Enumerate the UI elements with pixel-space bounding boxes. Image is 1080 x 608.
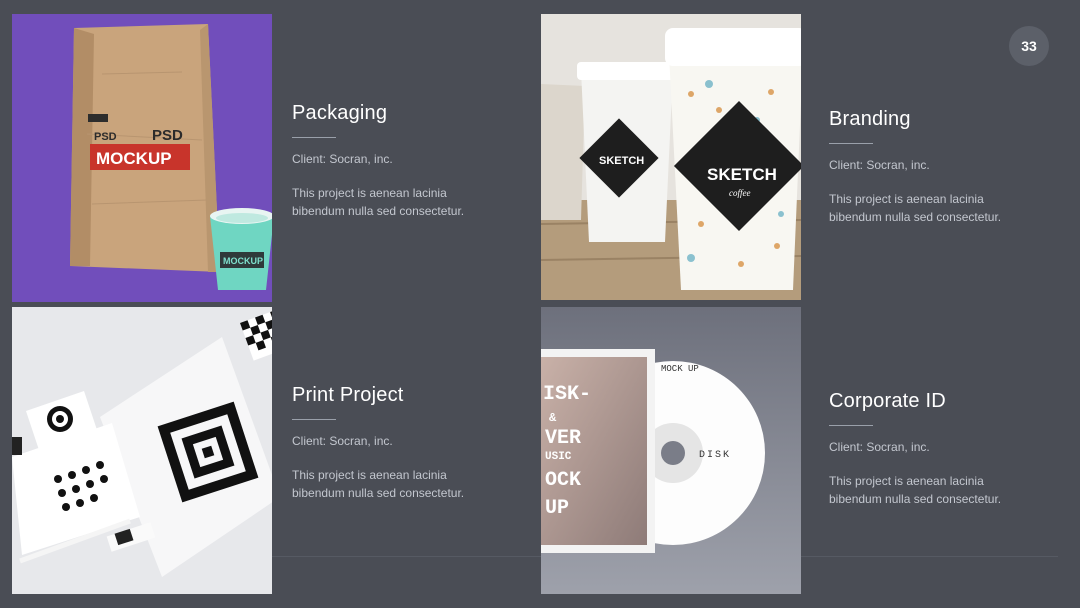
packaging-info: Packaging Client: Socran, inc. This proj…: [292, 102, 492, 220]
cover-line-5: OCK: [545, 469, 581, 492]
cover-line-1: ISK-: [543, 383, 591, 406]
cup-label-mockup: MOCKUP: [223, 256, 263, 266]
title-divider: [292, 137, 336, 138]
packaging-description: This project is aenean lacinia bibendum …: [292, 186, 465, 218]
corporate-id-client: Client: Socran, inc.: [829, 440, 930, 454]
print-project-info: Print Project Client: Socran, inc. This …: [292, 384, 492, 502]
branding-title: Branding: [829, 108, 911, 130]
cover-line-6: UP: [545, 497, 569, 520]
print-project-title: Print Project: [292, 384, 404, 406]
print-project-client: Client: Socran, inc.: [292, 434, 393, 448]
corporate-id-description: This project is aenean lacinia bibendum …: [829, 474, 1002, 506]
disc-label: DISK: [699, 450, 731, 461]
stationery-mockup-illustration: [12, 307, 272, 594]
cd-mockup-illustration: DISK MOCK UP ISK- & VER USIC OCK UP: [541, 307, 801, 594]
branding-client: Client: Socran, inc.: [829, 158, 930, 172]
cup-large-sub: coffee: [729, 188, 751, 198]
cover-line-3: VER: [545, 427, 581, 450]
branding-image: SKETCH SKETCH coffee: [541, 14, 801, 300]
branding-info: Branding Client: Socran, inc. This proje…: [829, 108, 1029, 226]
title-divider: [829, 425, 873, 426]
bag-label-psd: PSD: [94, 131, 117, 143]
title-divider: [292, 419, 336, 420]
packaging-title: Packaging: [292, 102, 388, 124]
corporate-id-image: DISK MOCK UP ISK- & VER USIC OCK UP: [541, 307, 801, 594]
bag-label-mockup: MOCKUP: [96, 149, 172, 168]
print-project-description: This project is aenean lacinia bibendum …: [292, 468, 465, 500]
packaging-client: Client: Socran, inc.: [292, 152, 393, 166]
paper-bag-mockup-illustration: PSD MOCKUP PSD MOCKUP: [12, 14, 272, 302]
corporate-id-info: Corporate ID Client: Socran, inc. This p…: [829, 390, 1029, 508]
page-number-badge: 33: [1009, 26, 1049, 66]
print-project-image: [12, 307, 272, 594]
cover-line-2: &: [549, 411, 557, 425]
corporate-id-title: Corporate ID: [829, 390, 946, 412]
cup-small-logo: SKETCH: [599, 155, 644, 167]
bottom-divider-right: [801, 556, 1058, 557]
disc-arc-label: MOCK UP: [661, 364, 699, 374]
branding-description: This project is aenean lacinia bibendum …: [829, 192, 1002, 224]
cover-line-4: USIC: [545, 451, 572, 463]
bottom-divider-left: [272, 556, 541, 557]
packaging-image: PSD MOCKUP PSD MOCKUP: [12, 14, 272, 302]
title-divider: [829, 143, 873, 144]
portfolio-slide: PSD MOCKUP PSD MOCKUP Packaging Client: …: [0, 0, 1080, 608]
svg-text:PSD: PSD: [152, 127, 183, 144]
coffee-cup-mockup-illustration: SKETCH SKETCH coffee: [541, 14, 801, 300]
cup-large-logo: SKETCH: [707, 165, 777, 184]
